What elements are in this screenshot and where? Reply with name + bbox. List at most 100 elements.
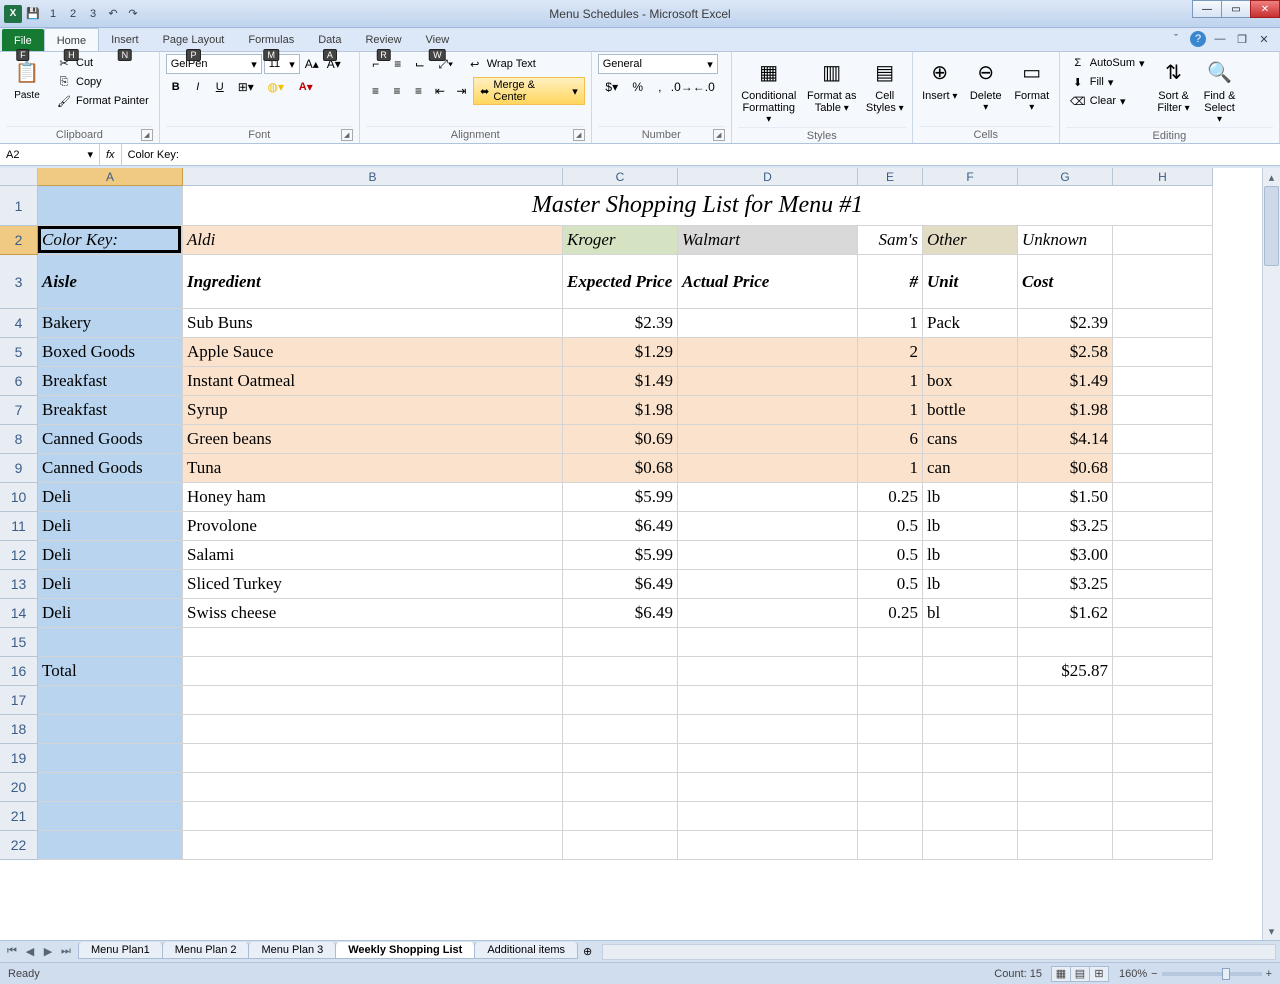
fx-icon[interactable]: fx bbox=[106, 149, 115, 161]
cell[interactable]: $2.58 bbox=[1018, 338, 1113, 367]
cell[interactable] bbox=[678, 396, 858, 425]
cell-styles-button[interactable]: ▤Cell Styles ▾ bbox=[864, 54, 906, 116]
clear-button[interactable]: ⌫Clear ▾ bbox=[1066, 92, 1149, 110]
cell[interactable]: 1 bbox=[858, 367, 923, 396]
qat-item-2[interactable]: 2 bbox=[64, 5, 82, 23]
cell[interactable]: box bbox=[923, 367, 1018, 396]
cell[interactable]: Canned Goods bbox=[38, 454, 183, 483]
format-cells-button[interactable]: ▭Format ▾ bbox=[1011, 54, 1053, 115]
cell[interactable] bbox=[678, 483, 858, 512]
comma-button[interactable]: , bbox=[650, 77, 670, 97]
column-header-F[interactable]: F bbox=[923, 168, 1018, 186]
last-sheet-icon[interactable]: ⏭ bbox=[58, 944, 74, 960]
cell[interactable]: 0.25 bbox=[858, 483, 923, 512]
row-header[interactable]: 21 bbox=[0, 802, 38, 831]
cell[interactable] bbox=[1113, 570, 1213, 599]
tab-formulas[interactable]: FormulasM bbox=[236, 28, 306, 51]
cell[interactable]: Syrup bbox=[183, 396, 563, 425]
sheet-tab[interactable]: Menu Plan 3 bbox=[248, 942, 336, 959]
maximize-button[interactable]: ▭ bbox=[1221, 0, 1251, 18]
cell[interactable]: Breakfast bbox=[38, 396, 183, 425]
cell[interactable] bbox=[858, 744, 923, 773]
cell[interactable]: Pack bbox=[923, 309, 1018, 338]
cell[interactable]: 1 bbox=[858, 454, 923, 483]
row-header[interactable]: 16 bbox=[0, 657, 38, 686]
cell[interactable]: Deli bbox=[38, 599, 183, 628]
dialog-launcher-icon[interactable]: ◢ bbox=[141, 129, 153, 141]
italic-button[interactable]: I bbox=[188, 77, 208, 97]
insert-cells-button[interactable]: ⊕Insert ▾ bbox=[919, 54, 961, 104]
cell[interactable] bbox=[563, 657, 678, 686]
cell[interactable] bbox=[678, 367, 858, 396]
align-center-button[interactable]: ≡ bbox=[387, 81, 406, 101]
cell[interactable] bbox=[1113, 255, 1213, 309]
cell[interactable]: $25.87 bbox=[1018, 657, 1113, 686]
column-header-D[interactable]: D bbox=[678, 168, 858, 186]
cell[interactable] bbox=[1018, 802, 1113, 831]
align-right-button[interactable]: ≡ bbox=[409, 81, 428, 101]
cell[interactable] bbox=[923, 657, 1018, 686]
cell[interactable]: Deli bbox=[38, 541, 183, 570]
help-icon[interactable]: ? bbox=[1190, 31, 1206, 47]
row-header[interactable]: 6 bbox=[0, 367, 38, 396]
cell[interactable] bbox=[923, 744, 1018, 773]
cell[interactable] bbox=[183, 831, 563, 860]
cell[interactable] bbox=[1113, 367, 1213, 396]
align-left-button[interactable]: ≡ bbox=[366, 81, 385, 101]
row-header[interactable]: 22 bbox=[0, 831, 38, 860]
cell[interactable]: Bakery bbox=[38, 309, 183, 338]
column-header-E[interactable]: E bbox=[858, 168, 923, 186]
merge-center-button[interactable]: ⬌Merge & Center▾ bbox=[473, 77, 585, 105]
cell[interactable] bbox=[1113, 831, 1213, 860]
cell[interactable] bbox=[923, 831, 1018, 860]
name-box[interactable]: A2▾ bbox=[0, 144, 100, 165]
cell[interactable]: $3.25 bbox=[1018, 570, 1113, 599]
borders-button[interactable]: ⊞▾ bbox=[232, 77, 260, 97]
row-header[interactable]: 13 bbox=[0, 570, 38, 599]
conditional-formatting-button[interactable]: ▦Conditional Formatting ▾ bbox=[738, 54, 800, 127]
row-header[interactable]: 17 bbox=[0, 686, 38, 715]
dialog-launcher-icon[interactable]: ◢ bbox=[713, 129, 725, 141]
row-header[interactable]: 19 bbox=[0, 744, 38, 773]
cell[interactable] bbox=[858, 657, 923, 686]
accounting-format-button[interactable]: $▾ bbox=[598, 77, 626, 97]
qat-save-icon[interactable]: 💾 bbox=[24, 5, 42, 23]
cell[interactable] bbox=[1113, 226, 1213, 255]
cell[interactable]: Breakfast bbox=[38, 367, 183, 396]
cell[interactable]: Walmart bbox=[678, 226, 858, 255]
qat-item-1[interactable]: 1 bbox=[44, 5, 62, 23]
tab-insert[interactable]: InsertN bbox=[99, 28, 151, 51]
cell[interactable]: $5.99 bbox=[563, 483, 678, 512]
cell[interactable] bbox=[183, 744, 563, 773]
row-header[interactable]: 9 bbox=[0, 454, 38, 483]
cell[interactable]: Apple Sauce bbox=[183, 338, 563, 367]
underline-button[interactable]: U bbox=[210, 77, 230, 97]
cell[interactable] bbox=[563, 686, 678, 715]
cell[interactable]: Deli bbox=[38, 483, 183, 512]
page-layout-view-button[interactable]: ▤ bbox=[1070, 966, 1090, 982]
cell[interactable]: can bbox=[923, 454, 1018, 483]
sheet-tab[interactable]: Menu Plan 2 bbox=[162, 942, 250, 959]
cell[interactable] bbox=[923, 802, 1018, 831]
cell[interactable]: $3.25 bbox=[1018, 512, 1113, 541]
formula-input[interactable]: Color Key: bbox=[122, 144, 1280, 165]
cell[interactable] bbox=[38, 715, 183, 744]
cell[interactable] bbox=[1113, 628, 1213, 657]
cell[interactable] bbox=[1113, 541, 1213, 570]
cell[interactable] bbox=[1018, 831, 1113, 860]
row-header[interactable]: 20 bbox=[0, 773, 38, 802]
format-painter-button[interactable]: 🖌Format Painter bbox=[52, 92, 153, 110]
cell[interactable] bbox=[563, 773, 678, 802]
cell[interactable]: $1.98 bbox=[1018, 396, 1113, 425]
cell[interactable] bbox=[678, 773, 858, 802]
cell[interactable]: Aldi bbox=[183, 226, 563, 255]
sheet-tab[interactable]: Additional items bbox=[474, 942, 578, 959]
cell[interactable] bbox=[678, 338, 858, 367]
qat-undo-icon[interactable]: ↶ bbox=[104, 5, 122, 23]
cell[interactable]: $2.39 bbox=[1018, 309, 1113, 338]
row-header[interactable]: 7 bbox=[0, 396, 38, 425]
cell[interactable] bbox=[183, 686, 563, 715]
cell[interactable] bbox=[38, 186, 183, 226]
cell[interactable] bbox=[678, 686, 858, 715]
row-header[interactable]: 14 bbox=[0, 599, 38, 628]
